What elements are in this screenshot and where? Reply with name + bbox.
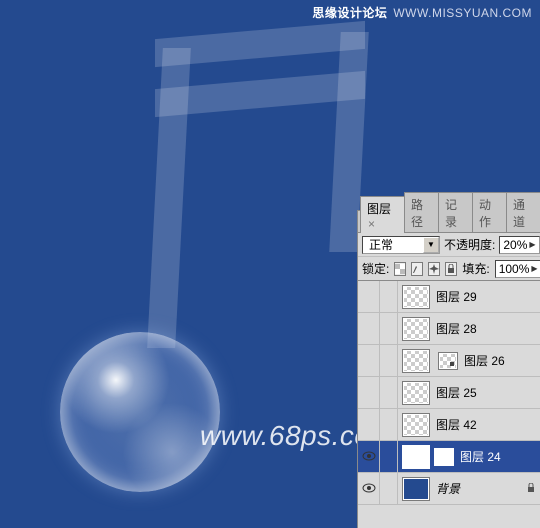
layer-row[interactable]: 背景 bbox=[358, 473, 540, 505]
fill-label: 填充: bbox=[462, 260, 489, 277]
opacity-value: 20% bbox=[503, 238, 527, 252]
fill-input[interactable]: 100%▶ bbox=[495, 260, 540, 278]
lock-position-button[interactable] bbox=[428, 262, 440, 276]
opacity-label: 不透明度: bbox=[444, 236, 495, 253]
layer-visibility-toggle[interactable] bbox=[358, 441, 380, 472]
layer-mask-thumbnail[interactable] bbox=[438, 352, 458, 370]
layer-thumbnail[interactable] bbox=[402, 349, 430, 373]
layer-visibility-toggle[interactable] bbox=[358, 377, 380, 408]
lock-label: 锁定: bbox=[362, 260, 389, 277]
layer-name[interactable]: 图层 29 bbox=[434, 288, 540, 305]
lock-icon bbox=[526, 482, 536, 496]
layers-panel: 图层 × 路径 记录 动作 通道 正常 ▼ 不透明度: 20%▶ 锁定: bbox=[357, 210, 540, 528]
layer-name[interactable]: 图层 28 bbox=[434, 320, 540, 337]
layer-visibility-toggle[interactable] bbox=[358, 345, 380, 376]
layer-link-column[interactable] bbox=[380, 473, 398, 504]
layer-row[interactable]: 图层 24 bbox=[358, 441, 540, 473]
fill-value: 100% bbox=[499, 262, 530, 276]
layer-thumbnail[interactable] bbox=[402, 317, 430, 341]
layer-visibility-toggle[interactable] bbox=[358, 281, 380, 312]
layer-name[interactable]: 图层 42 bbox=[434, 416, 540, 433]
lock-all-button[interactable] bbox=[445, 262, 457, 276]
blend-mode-value: 正常 bbox=[363, 236, 423, 253]
lock-pixels-button[interactable] bbox=[411, 262, 423, 276]
layer-visibility-toggle[interactable] bbox=[358, 313, 380, 344]
layer-thumbnail[interactable] bbox=[402, 413, 430, 437]
chevron-right-icon: ▶ bbox=[529, 240, 535, 249]
opacity-input[interactable]: 20%▶ bbox=[499, 236, 539, 254]
layer-name[interactable]: 图层 26 bbox=[462, 352, 540, 369]
watermark-top-bold: 思缘设计论坛 bbox=[312, 6, 387, 20]
layer-thumbnail[interactable] bbox=[402, 285, 430, 309]
layer-link-column[interactable] bbox=[380, 409, 398, 440]
layer-name[interactable]: 背景 bbox=[434, 480, 526, 497]
chevron-right-icon: ▶ bbox=[531, 264, 537, 273]
tab-paths[interactable]: 路径 bbox=[404, 192, 439, 232]
layer-row[interactable]: 图层 29 bbox=[358, 281, 540, 313]
layer-row[interactable]: 图层 25 bbox=[358, 377, 540, 409]
layer-link-column[interactable] bbox=[380, 313, 398, 344]
lock-transparency-button[interactable] bbox=[394, 262, 406, 276]
document-canvas: 思缘设计论坛WWW.MISSYUAN.COM www.68ps.com 图层 ×… bbox=[0, 0, 540, 528]
layer-link-column[interactable] bbox=[380, 345, 398, 376]
layer-thumbnail[interactable] bbox=[402, 477, 430, 501]
layer-link-column[interactable] bbox=[380, 281, 398, 312]
layer-mask-thumbnail[interactable] bbox=[434, 448, 454, 466]
watermark-top: 思缘设计论坛 WWW.MISSYUAN.COM bbox=[312, 4, 532, 21]
layer-row[interactable]: 图层 42 bbox=[358, 409, 540, 441]
artwork-shape bbox=[147, 48, 191, 348]
tab-layers-label: 图层 bbox=[367, 202, 391, 216]
tab-layers[interactable]: 图层 × bbox=[360, 196, 405, 233]
tab-actions[interactable]: 动作 bbox=[472, 192, 507, 232]
panel-tabs: 图层 × 路径 记录 动作 通道 bbox=[358, 211, 540, 233]
layer-name[interactable]: 图层 24 bbox=[458, 448, 540, 465]
artwork-bubble bbox=[60, 332, 220, 492]
layer-row[interactable]: 图层 28 bbox=[358, 313, 540, 345]
tab-history[interactable]: 记录 bbox=[438, 192, 473, 232]
layer-list: 图层 29 图层 28 图层 26 图层 25 图层 42 图层 24 背景 bbox=[358, 281, 540, 528]
layer-link-column[interactable] bbox=[380, 441, 398, 472]
watermark-top-url: WWW.MISSYUAN.COM bbox=[393, 6, 532, 20]
layer-visibility-toggle[interactable] bbox=[358, 473, 380, 504]
layer-name[interactable]: 图层 25 bbox=[434, 384, 540, 401]
blend-mode-select[interactable]: 正常 ▼ bbox=[362, 236, 440, 254]
lock-fill-row: 锁定: 填充: 100%▶ bbox=[358, 257, 540, 281]
eye-icon bbox=[362, 450, 376, 464]
tab-close-icon[interactable]: × bbox=[368, 217, 375, 231]
chevron-down-icon[interactable]: ▼ bbox=[423, 237, 439, 253]
eye-icon bbox=[362, 482, 376, 496]
layer-visibility-toggle[interactable] bbox=[358, 409, 380, 440]
tab-channels[interactable]: 通道 bbox=[506, 192, 540, 232]
layer-thumbnail[interactable] bbox=[402, 381, 430, 405]
layer-link-column[interactable] bbox=[380, 377, 398, 408]
blend-opacity-row: 正常 ▼ 不透明度: 20%▶ bbox=[358, 233, 540, 257]
layer-row[interactable]: 图层 26 bbox=[358, 345, 540, 377]
layer-thumbnail[interactable] bbox=[402, 445, 430, 469]
